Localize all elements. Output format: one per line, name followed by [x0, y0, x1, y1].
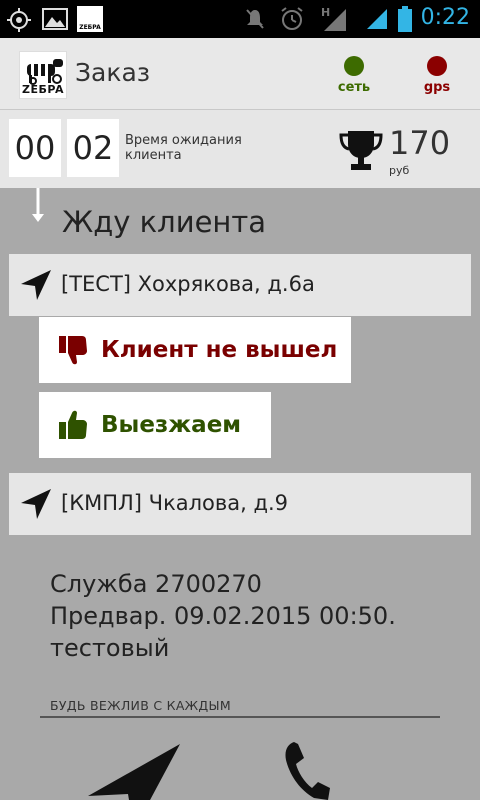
gps-label: gps [423, 80, 451, 95]
zebra-logo-icon [27, 59, 63, 85]
gps-icon [7, 8, 31, 32]
address-to-row[interactable]: [КМПЛ] Чкалова, д.9 [9, 473, 471, 535]
alarm-icon [281, 7, 303, 30]
navigate-button-icon[interactable] [84, 740, 184, 800]
mute-icon [246, 9, 264, 29]
gps-status-dot [427, 56, 447, 76]
zebra-app-icon: ZEБPA [77, 6, 103, 32]
logo-text: ZEБPA [22, 83, 64, 96]
gps-indicator: gps [407, 56, 467, 95]
order-cost: 170 [389, 124, 451, 162]
signal-icon [367, 9, 387, 29]
status-bar: ZEБPA H 0:22 [0, 0, 480, 38]
service-phone: Служба 2700270 [50, 570, 262, 598]
status-clock: 0:22 [420, 5, 470, 30]
client-no-show-label: Клиент не вышел [101, 337, 338, 363]
order-comment: тестовый [50, 634, 170, 662]
svg-text:H: H [321, 6, 330, 19]
action-bar: ZEБPA Заказ сеть gps [0, 38, 480, 110]
address-from: [ТЕСТ] Хохрякова, д.6а [61, 272, 315, 296]
thumbs-down-icon [59, 336, 87, 365]
navigation-arrow-icon [21, 270, 51, 300]
network-indicator: сеть [324, 56, 384, 95]
navigation-arrow-icon [21, 489, 51, 519]
depart-button[interactable]: Выезжаем [39, 392, 271, 458]
network-label: сеть [337, 80, 371, 95]
preorder-time: Предвар. 09.02.2015 00:50. [50, 602, 396, 630]
cost-currency: руб [389, 164, 410, 177]
hint-divider [40, 716, 440, 718]
image-icon [42, 8, 68, 30]
timer-bar: 00 02 Время ожидания клиента 170 руб [0, 110, 480, 188]
order-info: Служба 2700270 Предвар. 09.02.2015 00:50… [50, 568, 396, 664]
timer-minutes-tens: 00 [9, 119, 61, 177]
depart-label: Выезжаем [101, 412, 242, 438]
address-from-row[interactable]: [ТЕСТ] Хохрякова, д.6а [9, 254, 471, 316]
arrow-down-icon [32, 188, 44, 222]
battery-icon [398, 6, 412, 32]
address-to: [КМПЛ] Чкалова, д.9 [61, 491, 289, 515]
timer-minutes: 02 [67, 119, 119, 177]
call-button-icon[interactable] [282, 738, 332, 800]
wait-time-label: Время ожидания клиента [125, 133, 242, 163]
client-no-show-button[interactable]: Клиент не вышел [39, 317, 351, 383]
hint-label: БУДЬ ВЕЖЛИВ С КАЖДЫМ [50, 698, 231, 713]
hspa-signal-icon: H [321, 6, 346, 31]
trophy-icon [339, 131, 383, 170]
zebra-logo[interactable]: ZEБPA [19, 51, 67, 99]
page-title: Заказ [75, 58, 151, 87]
network-status-dot [344, 56, 364, 76]
notif-logo-text: ZEБPA [79, 24, 101, 31]
order-status: Жду клиента [62, 205, 267, 239]
thumbs-up-icon [59, 410, 87, 439]
